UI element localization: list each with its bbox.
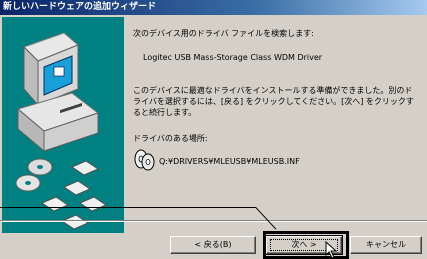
back-button[interactable]: < 戻る(B) [170, 236, 256, 254]
instruction-text: このデバイスに最適なドライバをインストールする準備ができました。別のドライバを選… [133, 86, 414, 117]
pc-case-icon [16, 92, 100, 153]
wizard-illustration-panel [2, 17, 124, 233]
computer-illustration [15, 32, 108, 230]
mouse-pointer-icon [325, 241, 338, 259]
search-heading: 次のデバイス用のドライバ ファイルを検索します: [133, 29, 314, 38]
driver-path: Q:¥DRIVERS¥MLEUSB¥MLEUSB.INF [159, 157, 300, 166]
button-separator [0, 220, 427, 222]
cancel-button[interactable]: キャンセル [350, 236, 422, 254]
driver-location-label: ドライバのある場所: [133, 134, 208, 143]
callout-line-diagonal [255, 207, 277, 230]
disk-icons [15, 158, 108, 230]
title-bar[interactable]: 新しいハードウェアの追加ウィザード [0, 0, 427, 15]
callout-line [0, 207, 256, 208]
cd-disk-icon [134, 149, 155, 171]
device-name: Logitec USB Mass-Storage Class WDM Drive… [143, 53, 323, 62]
wizard-window: 新しいハードウェアの追加ウィザード 次のデバイス用のドライバ ファイルを検索しま… [0, 0, 427, 259]
window-title: 新しいハードウェアの追加ウィザード [3, 2, 157, 12]
